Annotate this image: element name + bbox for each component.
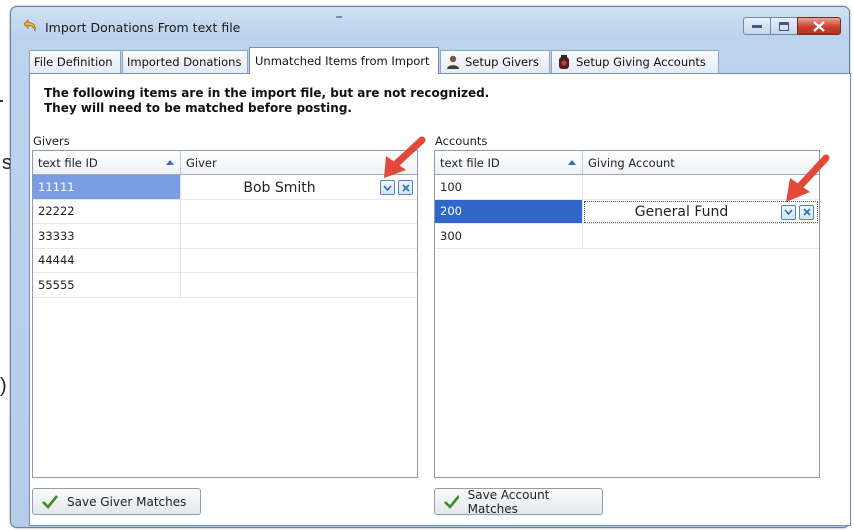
clear-button[interactable] (799, 204, 814, 220)
account-lookup-editor[interactable]: General Fund (584, 201, 818, 223)
tab-setup-giving-accounts[interactable]: Setup Giving Accounts (551, 50, 719, 73)
giver-lookup-editor[interactable]: Bob Smith (182, 176, 416, 199)
table-row[interactable]: 22222 (33, 199, 417, 224)
text-file-id-cell: 200 (435, 199, 583, 223)
column-header-label: text file ID (38, 155, 98, 170)
text-file-id-cell: 100 (435, 175, 583, 199)
tab-label: Imported Donations (127, 55, 242, 69)
column-header-label: text file ID (440, 155, 500, 170)
giver-cell[interactable] (181, 273, 417, 297)
minimize-button[interactable] (743, 17, 770, 35)
giver-editor-value[interactable]: Bob Smith (182, 180, 377, 196)
window-title: Import Donations From text file (45, 20, 241, 35)
person-icon (447, 55, 459, 69)
giving-account-cell[interactable] (583, 175, 819, 199)
instruction-line: They will need to be matched before post… (44, 101, 352, 115)
save-account-matches-button[interactable]: Save Account Matches (434, 487, 603, 516)
giver-cell[interactable] (181, 200, 417, 224)
column-header-label: Giving Account (588, 155, 675, 170)
close-icon (802, 208, 811, 216)
givers-group-label: Givers (33, 134, 70, 148)
account-editor-value[interactable]: General Fund (585, 204, 778, 220)
tab-setup-givers[interactable]: Setup Givers (440, 50, 550, 73)
table-row[interactable]: 100 (435, 175, 819, 200)
accounts-grid[interactable]: text file ID Giving Account 100 200 300 … (434, 150, 820, 478)
column-header-giver[interactable]: Giver (181, 151, 417, 174)
column-header-giving-account[interactable]: Giving Account (583, 151, 819, 174)
sort-ascending-icon (166, 160, 174, 165)
sort-ascending-icon (568, 160, 576, 165)
accounts-group-label: Accounts (435, 134, 488, 148)
text-file-id-cell: 22222 (33, 199, 181, 223)
column-header-label: Giver (186, 155, 217, 170)
chevron-down-icon (784, 209, 793, 215)
title-grip (336, 16, 342, 18)
tab-label: Unmatched Items from Import (255, 54, 430, 68)
close-icon (813, 20, 825, 32)
window-controls (743, 17, 841, 35)
table-row[interactable]: 55555 (33, 273, 417, 298)
chevron-down-icon (383, 184, 392, 191)
giver-cell[interactable] (181, 249, 417, 273)
tab-label: File Definition (34, 55, 113, 69)
maximize-button[interactable] (770, 17, 797, 35)
maximize-icon (779, 21, 789, 31)
minimize-icon (752, 25, 762, 28)
close-icon (401, 183, 410, 192)
background-text-fragment: ) (0, 375, 7, 397)
tab-imported-donations[interactable]: Imported Donations (122, 50, 248, 73)
giving-account-cell[interactable] (583, 224, 819, 248)
save-giver-matches-button[interactable]: Save Giver Matches (32, 488, 201, 515)
text-file-id-cell: 300 (435, 224, 583, 248)
button-label: Save Giver Matches (67, 494, 187, 509)
close-button[interactable] (797, 17, 841, 35)
tab-file-definition[interactable]: File Definition (29, 50, 121, 73)
dropdown-button[interactable] (380, 180, 395, 195)
text-file-id-cell: 55555 (33, 273, 181, 297)
dropdown-button[interactable] (781, 204, 796, 220)
tab-label: Setup Givers (465, 55, 539, 69)
table-row[interactable]: 300 (435, 224, 819, 249)
accounts-grid-header: text file ID Giving Account (435, 151, 819, 175)
giver-cell[interactable] (181, 224, 417, 248)
givers-grid-header: text file ID Giver (33, 151, 417, 175)
instruction-message: The following items are in the import fi… (44, 86, 489, 116)
title-bar[interactable]: Import Donations From text file (11, 7, 849, 41)
clear-button[interactable] (398, 180, 413, 195)
tab-label: Setup Giving Accounts (576, 55, 706, 69)
undo-arrow-icon (23, 19, 36, 32)
instruction-line: The following items are in the import fi… (44, 86, 490, 100)
unmatched-items-panel: The following items are in the import fi… (29, 73, 851, 526)
import-donations-window: Import Donations From text file File Def… (10, 6, 851, 528)
text-file-id-cell: 33333 (33, 224, 181, 248)
button-label: Save Account Matches (467, 487, 550, 516)
table-row[interactable]: 33333 (33, 224, 417, 249)
donation-jar-icon (559, 55, 569, 69)
givers-grid[interactable]: text file ID Giver 11111 22222 33333 444… (32, 150, 418, 478)
column-header-text-file-id[interactable]: text file ID (33, 151, 181, 174)
checkmark-icon (42, 494, 58, 509)
checkmark-icon (444, 494, 459, 509)
table-row[interactable]: 44444 (33, 248, 417, 273)
column-header-text-file-id[interactable]: text file ID (435, 151, 583, 174)
text-file-id-cell: 11111 (33, 175, 181, 199)
background-mark (0, 100, 3, 102)
tab-unmatched-items[interactable]: Unmatched Items from Import (249, 47, 439, 74)
screenshot-stage: s. ) Import Donations From text file (0, 0, 854, 531)
text-file-id-cell: 44444 (33, 248, 181, 272)
